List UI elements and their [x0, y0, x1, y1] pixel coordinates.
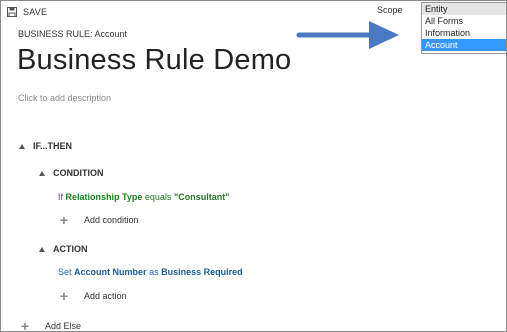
action-as-word: as [149, 267, 159, 277]
plus-icon: + [59, 212, 69, 228]
condition-section-header[interactable]: CONDITION [39, 168, 104, 178]
condition-operator: equals [144, 192, 172, 202]
add-action-label: Add action [84, 291, 127, 301]
description-field[interactable]: Click to add description [18, 93, 111, 103]
scope-dropdown-list[interactable]: Entity All Forms Information Account [421, 2, 506, 54]
breadcrumb: BUSINESS RULE: Account [18, 29, 128, 39]
collapse-triangle-icon[interactable] [39, 170, 45, 176]
condition-label: CONDITION [53, 168, 104, 178]
action-field: Account Number [74, 267, 147, 277]
page-title: Business Rule Demo [17, 44, 292, 76]
action-target: Business Required [161, 267, 243, 277]
add-condition-button[interactable]: + Add condition [58, 212, 139, 228]
annotation-arrow-icon [296, 21, 399, 49]
scope-option-account[interactable]: Account [422, 39, 506, 51]
scope-option-all-forms[interactable]: All Forms [422, 15, 506, 27]
add-else-button[interactable]: + Add Else [19, 318, 82, 332]
condition-prefix: If [58, 192, 64, 202]
save-label: SAVE [23, 7, 48, 17]
collapse-triangle-icon[interactable] [19, 143, 25, 149]
action-section-header[interactable]: ACTION [39, 244, 88, 254]
scope-option-entity[interactable]: Entity [422, 3, 506, 15]
add-else-label: Add Else [45, 321, 82, 331]
action-statement[interactable]: Set Account Number as Business Required [58, 267, 243, 277]
action-label: ACTION [53, 244, 88, 254]
condition-field: Relationship Type [65, 192, 143, 202]
business-rule-editor: SAVE BUSINESS RULE: Account Business Rul… [0, 0, 507, 332]
add-condition-label: Add condition [84, 215, 139, 225]
scope-option-information[interactable]: Information [422, 27, 506, 39]
plus-icon: + [59, 288, 69, 304]
add-action-button[interactable]: + Add action [58, 288, 127, 304]
action-verb: Set [58, 267, 72, 277]
floppy-disk-icon [7, 7, 17, 17]
condition-value: "Consultant" [173, 192, 230, 202]
collapse-triangle-icon[interactable] [39, 246, 45, 252]
plus-icon: + [20, 318, 30, 332]
if-then-label: IF...THEN [33, 141, 73, 151]
save-button[interactable]: SAVE [7, 5, 47, 19]
condition-statement[interactable]: If Relationship Type equals "Consultant" [58, 192, 229, 202]
scope-label: Scope [377, 5, 403, 15]
if-then-section-header[interactable]: IF...THEN [19, 141, 72, 151]
